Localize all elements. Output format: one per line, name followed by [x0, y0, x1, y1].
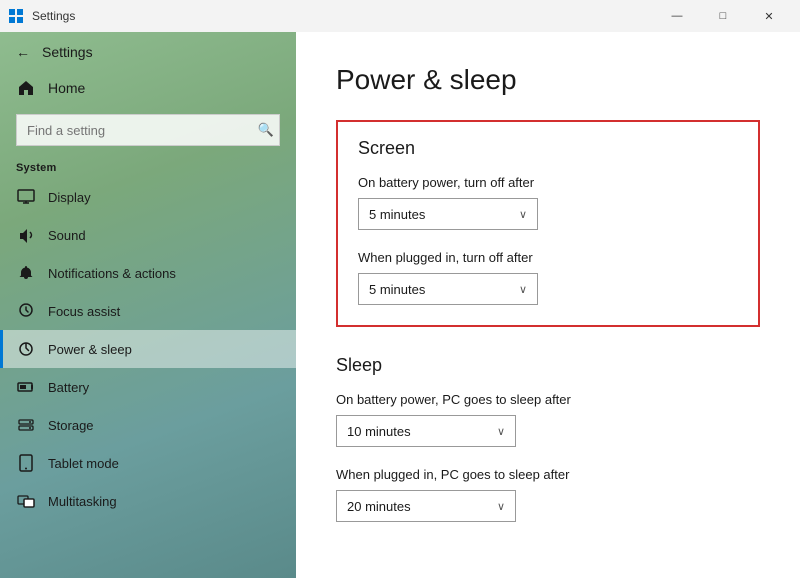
sidebar-item-focus-assist-label: Focus assist: [48, 304, 120, 319]
sleep-plugged-value: 20 minutes: [347, 499, 411, 514]
sleep-battery-label: On battery power, PC goes to sleep after: [336, 392, 760, 407]
window-title: Settings: [32, 9, 654, 23]
sleep-battery-value: 10 minutes: [347, 424, 411, 439]
sleep-battery-dropdown[interactable]: 10 minutes ∨: [336, 415, 516, 447]
battery-icon: [16, 377, 36, 397]
power-sleep-icon: [16, 339, 36, 359]
minimize-button[interactable]: —: [654, 0, 700, 32]
sidebar-item-storage-label: Storage: [48, 418, 94, 433]
page-title: Power & sleep: [336, 64, 760, 96]
screen-plugged-value: 5 minutes: [369, 282, 425, 297]
screen-battery-value: 5 minutes: [369, 207, 425, 222]
sidebar-item-display[interactable]: Display: [0, 178, 296, 216]
sleep-plugged-dropdown[interactable]: 20 minutes ∨: [336, 490, 516, 522]
search-box[interactable]: 🔍: [16, 114, 280, 146]
app-icon: [8, 8, 24, 24]
sleep-battery-field: On battery power, PC goes to sleep after…: [336, 392, 760, 447]
window-controls: — □ ✕: [654, 0, 792, 32]
sidebar-item-multitasking[interactable]: Multitasking: [0, 482, 296, 520]
sidebar-item-power-sleep-label: Power & sleep: [48, 342, 132, 357]
screen-plugged-chevron-icon: ∨: [519, 283, 527, 296]
sidebar-item-sound-label: Sound: [48, 228, 86, 243]
content-area: Power & sleep Screen On battery power, t…: [296, 32, 800, 578]
search-icon-button[interactable]: 🔍: [258, 122, 274, 138]
multitasking-icon: [16, 491, 36, 511]
sidebar-item-storage[interactable]: Storage: [0, 406, 296, 444]
sidebar-item-focus-assist[interactable]: Focus assist: [0, 292, 296, 330]
screen-battery-chevron-icon: ∨: [519, 208, 527, 221]
titlebar: Settings — □ ✕: [0, 0, 800, 32]
home-label: Home: [48, 80, 85, 96]
sleep-plugged-chevron-icon: ∨: [497, 500, 505, 513]
notifications-icon: [16, 263, 36, 283]
app-body: ← Settings Home 🔍 System Dis: [0, 32, 800, 578]
screen-battery-label: On battery power, turn off after: [358, 175, 738, 190]
storage-icon: [16, 415, 36, 435]
screen-battery-dropdown[interactable]: 5 minutes ∨: [358, 198, 538, 230]
maximize-button[interactable]: □: [700, 0, 746, 32]
sidebar-item-tablet-mode[interactable]: Tablet mode: [0, 444, 296, 482]
sidebar-item-battery[interactable]: Battery: [0, 368, 296, 406]
sidebar-item-notifications[interactable]: Notifications & actions: [0, 254, 296, 292]
search-input[interactable]: [16, 114, 280, 146]
display-icon: [16, 187, 36, 207]
sleep-plugged-field: When plugged in, PC goes to sleep after …: [336, 467, 760, 522]
screen-plugged-field: When plugged in, turn off after 5 minute…: [358, 250, 738, 305]
back-arrow-icon: ←: [16, 44, 30, 60]
sleep-battery-chevron-icon: ∨: [497, 425, 505, 438]
sleep-section-title: Sleep: [336, 355, 760, 376]
sidebar-item-battery-label: Battery: [48, 380, 89, 395]
screen-plugged-label: When plugged in, turn off after: [358, 250, 738, 265]
focus-assist-icon: [16, 301, 36, 321]
sidebar-item-multitasking-label: Multitasking: [48, 494, 117, 509]
sidebar-item-notifications-label: Notifications & actions: [48, 266, 176, 281]
sidebar: ← Settings Home 🔍 System Dis: [0, 32, 296, 578]
sidebar-item-display-label: Display: [48, 190, 91, 205]
home-icon: [16, 78, 36, 98]
back-label: Settings: [42, 44, 93, 60]
screen-plugged-dropdown[interactable]: 5 minutes ∨: [358, 273, 538, 305]
back-button[interactable]: ← Settings: [0, 36, 296, 68]
sleep-plugged-label: When plugged in, PC goes to sleep after: [336, 467, 760, 482]
screen-section: Screen On battery power, turn off after …: [336, 120, 760, 327]
sidebar-item-power-sleep[interactable]: Power & sleep: [0, 330, 296, 368]
close-button[interactable]: ✕: [746, 0, 792, 32]
sidebar-item-sound[interactable]: Sound: [0, 216, 296, 254]
sound-icon: [16, 225, 36, 245]
tablet-mode-icon: [16, 453, 36, 473]
sidebar-section-label: System: [0, 156, 296, 178]
home-nav-item[interactable]: Home: [0, 68, 296, 108]
screen-section-title: Screen: [358, 138, 738, 159]
screen-battery-field: On battery power, turn off after 5 minut…: [358, 175, 738, 230]
sleep-section: Sleep On battery power, PC goes to sleep…: [336, 355, 760, 522]
sidebar-item-tablet-mode-label: Tablet mode: [48, 456, 119, 471]
